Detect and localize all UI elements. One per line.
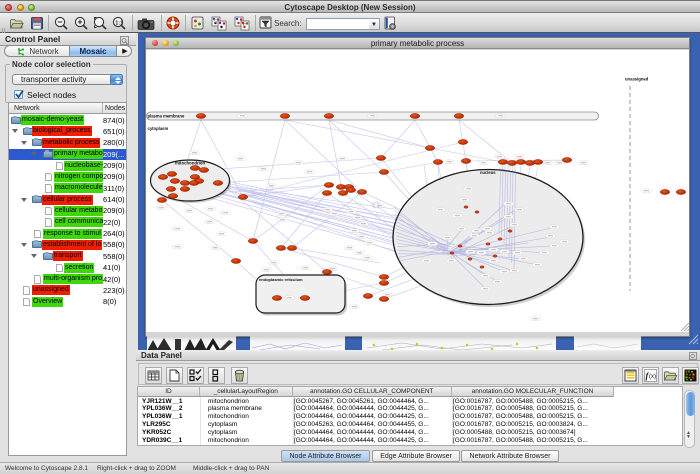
svg-text:(x): (x) — [649, 374, 656, 380]
svg-text:nucleus: nucleus — [480, 170, 496, 175]
svg-text:cytoplasm: cytoplasm — [148, 126, 169, 131]
svg-text:plasma membrane: plasma membrane — [148, 114, 185, 119]
svg-text:endoplasmic reticulum: endoplasmic reticulum — [259, 277, 303, 282]
svg-text:mitochondrion: mitochondrion — [175, 161, 205, 166]
svg-text:unassigned: unassigned — [625, 77, 649, 82]
svg-text:1:1: 1:1 — [115, 20, 123, 26]
